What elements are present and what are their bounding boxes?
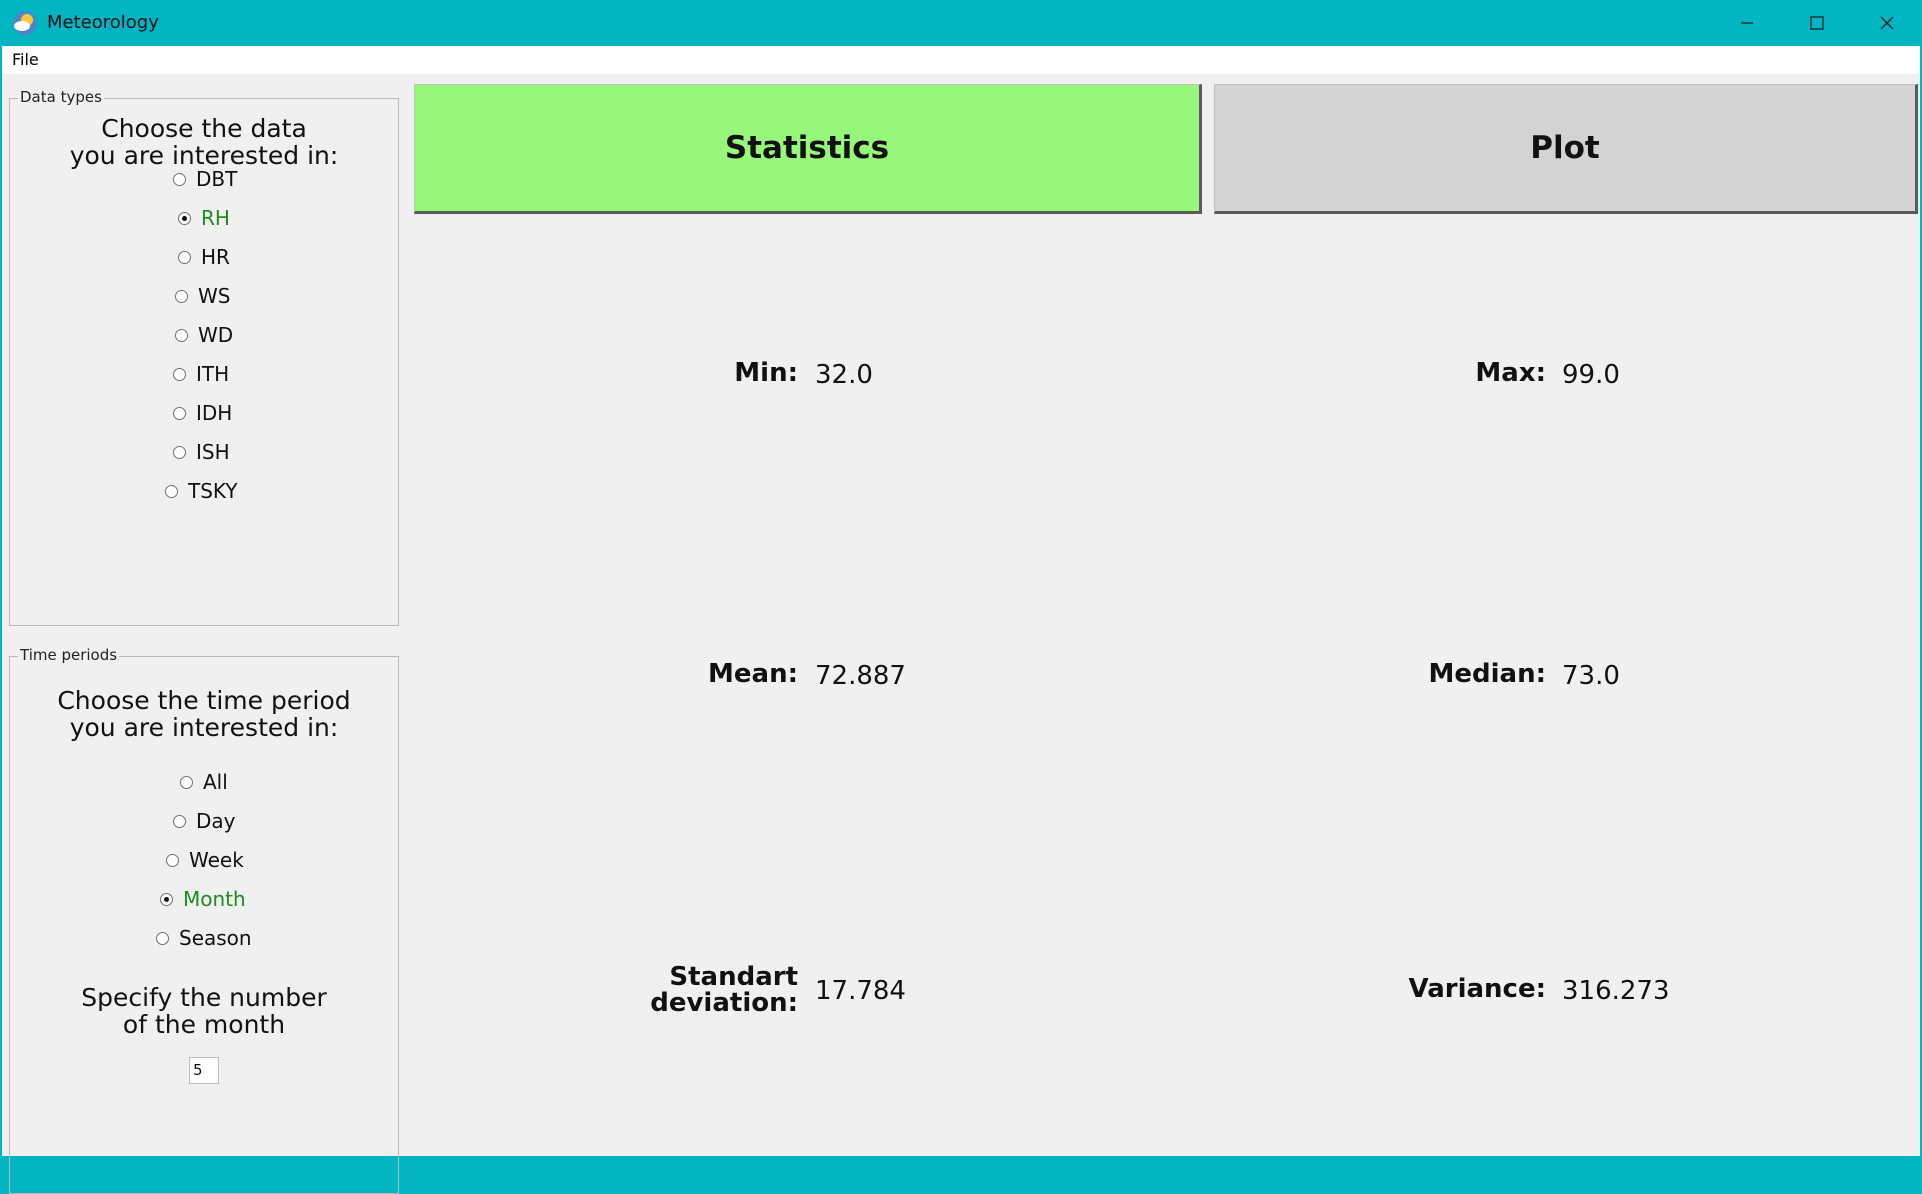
time-periods-group: Time periods Choose the time period you … (9, 646, 399, 1194)
radio-ith[interactable]: ITH (173, 362, 229, 386)
radio-indicator[interactable] (173, 445, 186, 459)
data-types-legend: Data types (18, 88, 104, 106)
radio-indicator[interactable] (166, 853, 179, 867)
close-icon (1880, 16, 1894, 30)
min-label: Min: (734, 358, 798, 388)
minimize-icon (1741, 22, 1753, 24)
title-bar: Meteorology (0, 0, 1922, 46)
radio-ish[interactable]: ISH (173, 440, 230, 464)
window-title: Meteorology (47, 12, 159, 33)
max-value: 99.0 (1562, 360, 1620, 390)
radio-tsky[interactable]: TSKY (165, 479, 238, 503)
radio-season[interactable]: Season (156, 926, 252, 950)
tab-plot[interactable]: Plot (1214, 84, 1918, 214)
data-types-group: Data types Choose the data you are inter… (9, 88, 399, 626)
median-label: Median: (1428, 659, 1546, 689)
tab-statistics[interactable]: Statistics (414, 84, 1202, 214)
std-deviation-value: 17.784 (815, 976, 906, 1006)
specify-month-label: Specify the number of the month (81, 983, 327, 1039)
radio-rh[interactable]: RH (178, 206, 230, 230)
max-label: Max: (1475, 358, 1546, 388)
median-value: 73.0 (1562, 661, 1620, 691)
radio-ws[interactable]: WS (175, 284, 230, 308)
client-area: File Data types Choose the data you are … (2, 46, 1920, 1194)
data-types-prompt: Choose the data you are interested in: (69, 114, 339, 170)
variance-label: Variance: (1408, 974, 1546, 1004)
month-number-input[interactable]: 5 (189, 1057, 219, 1084)
radio-month[interactable]: Month (160, 887, 246, 911)
time-periods-legend: Time periods (18, 646, 120, 664)
radio-wd[interactable]: WD (175, 323, 233, 347)
radio-indicator[interactable] (175, 328, 188, 342)
radio-all[interactable]: All (180, 770, 228, 794)
radio-indicator[interactable] (165, 484, 178, 498)
radio-dbt[interactable]: DBT (173, 167, 237, 191)
radio-indicator[interactable] (160, 892, 173, 906)
radio-indicator[interactable] (180, 775, 193, 789)
mean-value: 72.887 (815, 661, 906, 691)
radio-indicator[interactable] (178, 211, 191, 225)
radio-idh[interactable]: IDH (173, 401, 232, 425)
variance-value: 316.273 (1562, 976, 1670, 1006)
close-button[interactable] (1852, 0, 1922, 46)
radio-indicator[interactable] (175, 289, 188, 303)
menu-bar: File (2, 46, 1920, 74)
maximize-icon (1810, 16, 1824, 30)
radio-indicator[interactable] (173, 367, 186, 381)
menu-file[interactable]: File (12, 50, 39, 69)
radio-indicator[interactable] (156, 931, 169, 945)
min-value: 32.0 (815, 360, 873, 390)
radio-hr[interactable]: HR (178, 245, 230, 269)
minimize-button[interactable] (1712, 0, 1782, 46)
std-deviation-label: Standart deviation: (650, 962, 798, 1018)
weather-app-icon (13, 11, 37, 35)
time-periods-prompt: Choose the time period you are intereste… (57, 686, 351, 742)
radio-indicator[interactable] (178, 250, 191, 264)
maximize-button[interactable] (1782, 0, 1852, 46)
radio-indicator[interactable] (173, 406, 186, 420)
mean-label: Mean: (708, 659, 798, 689)
radio-week[interactable]: Week (166, 848, 244, 872)
radio-day[interactable]: Day (173, 809, 236, 833)
radio-indicator[interactable] (173, 814, 186, 828)
radio-indicator[interactable] (173, 172, 186, 186)
